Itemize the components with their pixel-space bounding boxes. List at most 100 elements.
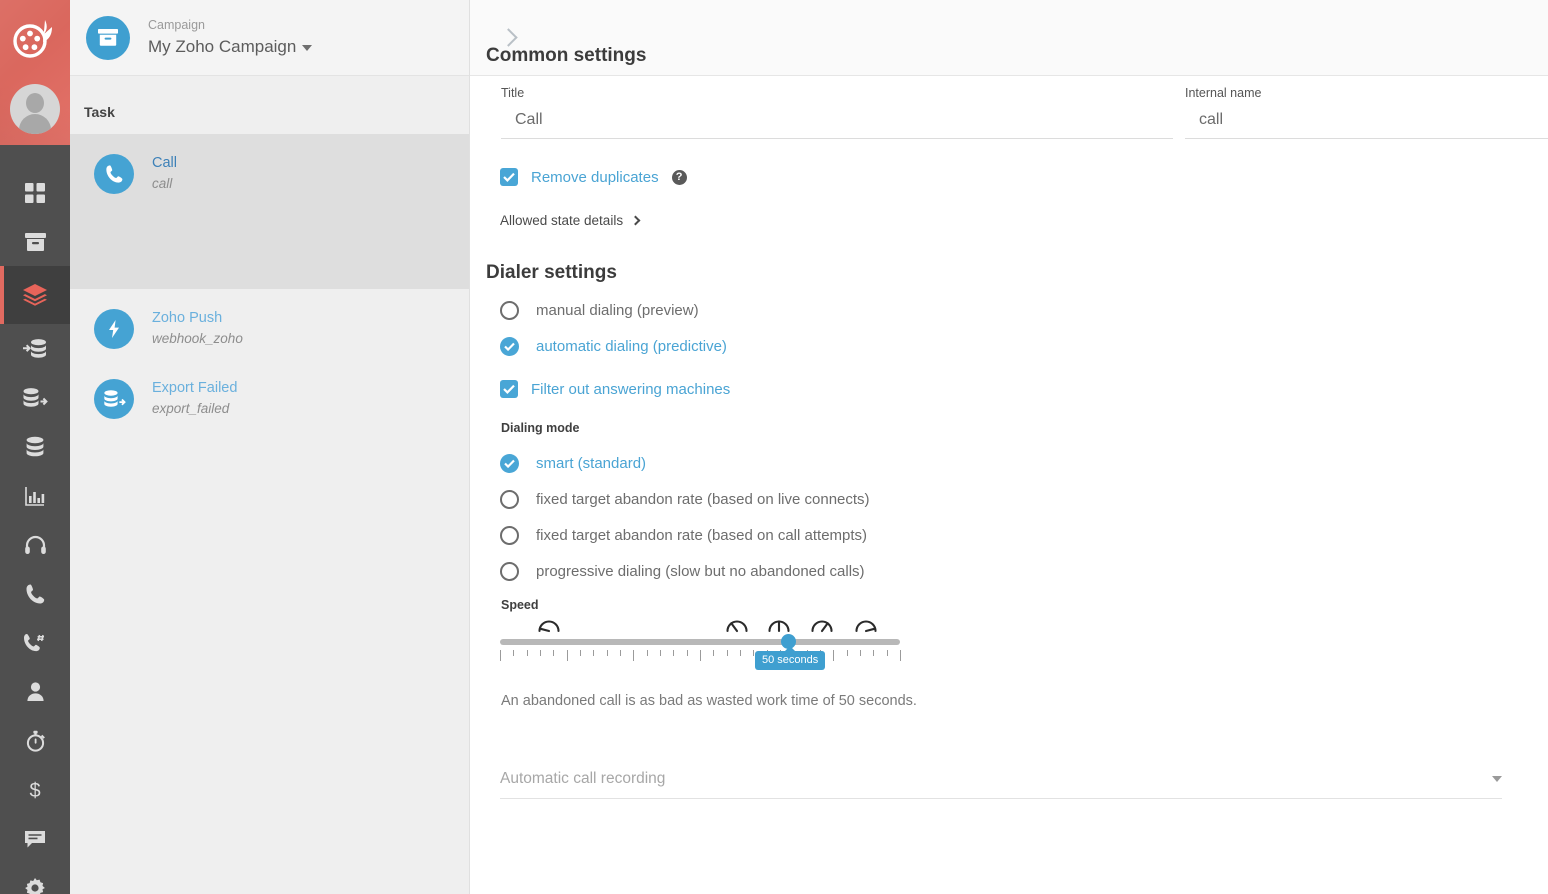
internal-name-label: Internal name: [1185, 86, 1262, 100]
rail-item-tasks[interactable]: [0, 266, 70, 324]
task-list-item-call[interactable]: Call call: [70, 134, 469, 289]
smart-standard-radio[interactable]: [500, 454, 519, 473]
avatar-head: [26, 93, 44, 113]
tick-minor: [513, 650, 515, 656]
campaign-icon-badge: [86, 15, 130, 60]
grid-icon: [25, 182, 45, 203]
allowed-state-details-link[interactable]: Allowed state details: [500, 213, 641, 228]
rail-item-billing[interactable]: $: [0, 765, 70, 814]
fixed-call-attempts-radio[interactable]: [500, 526, 519, 545]
tick-minor: [686, 650, 688, 656]
chevron-right-icon[interactable]: [499, 28, 518, 47]
dialing-mode-fixed-attempts[interactable]: fixed target abandon rate (based on call…: [500, 526, 867, 545]
manual-dialing-radio[interactable]: [500, 301, 519, 320]
task-internal-name: call: [152, 175, 173, 191]
filter-answering-machines-checkbox[interactable]: [500, 380, 518, 398]
database-icon: [26, 436, 44, 456]
remove-duplicates-checkbox[interactable]: [500, 168, 518, 186]
dialer-option-automatic[interactable]: automatic dialing (predictive): [500, 337, 727, 356]
manual-dialing-label: manual dialing (preview): [536, 302, 699, 319]
dollar-icon: $: [29, 780, 40, 801]
tick-major: [633, 650, 635, 661]
common-settings-heading: Common settings: [486, 45, 647, 66]
bolt-icon-badge: [94, 309, 134, 349]
dialer-settings-heading: Dialer settings: [486, 262, 617, 283]
gauge-medium-low-icon: [724, 614, 750, 639]
task-list-item-export-failed[interactable]: Export Failed export_failed: [70, 359, 469, 429]
rail-item-reports[interactable]: [0, 471, 70, 520]
rail-item-messages[interactable]: [0, 814, 70, 863]
tick-major: [500, 650, 501, 661]
progressive-dialing-radio[interactable]: [500, 562, 519, 581]
remove-duplicates-row[interactable]: Remove duplicates ?: [500, 168, 687, 186]
rail-item-dashboard[interactable]: [0, 168, 70, 217]
tick-minor: [726, 650, 728, 656]
tick-major: [700, 650, 701, 661]
chevron-down-icon[interactable]: [1492, 776, 1502, 782]
rail-item-export[interactable]: [0, 373, 70, 422]
gauge-medium-high-icon: [809, 614, 835, 639]
rail-item-import[interactable]: [0, 324, 70, 373]
internal-name-field-group: Internal name: [1185, 86, 1548, 139]
help-icon[interactable]: ?: [671, 169, 687, 185]
filter-answering-machines-row[interactable]: Filter out answering machines: [500, 380, 730, 398]
dialing-mode-smart[interactable]: smart (standard): [500, 454, 646, 473]
speed-label: Speed: [501, 598, 539, 612]
title-input[interactable]: [501, 111, 1173, 139]
tick-minor: [526, 650, 528, 656]
automatic-call-recording-select[interactable]: Automatic call recording: [500, 770, 1502, 799]
tick-minor: [553, 650, 555, 656]
database-import-icon: [23, 338, 46, 358]
rail-item-numbers[interactable]: [0, 618, 70, 667]
task-name: Call: [152, 155, 177, 171]
chevron-down-icon[interactable]: [302, 44, 313, 51]
archive-box-icon: [98, 29, 118, 46]
check-icon: [503, 384, 515, 394]
archive-box-icon: [24, 232, 46, 251]
tick-major: [833, 650, 835, 661]
phone-icon: [26, 584, 44, 603]
task-list-item-zoho-push[interactable]: Zoho Push webhook_zoho: [70, 289, 469, 359]
check-icon: [504, 459, 515, 468]
campaign-header[interactable]: Campaign My Zoho Campaign: [70, 0, 469, 76]
dialing-mode-label: Dialing mode: [501, 421, 580, 435]
tick-minor: [673, 650, 675, 656]
tick-major: [566, 650, 568, 661]
speed-slider-track[interactable]: [500, 634, 900, 649]
database-export-icon: [23, 387, 48, 407]
dialer-option-manual[interactable]: manual dialing (preview): [500, 301, 699, 320]
remove-duplicates-label: Remove duplicates: [531, 168, 659, 186]
rail-item-users[interactable]: [0, 667, 70, 716]
rail-item-timers[interactable]: [0, 716, 70, 765]
task-panel: Campaign My Zoho Campaign Task Call call: [70, 0, 470, 894]
speed-gauge-icons: [500, 615, 900, 639]
fixed-live-connects-radio[interactable]: [500, 490, 519, 509]
svg-text:$: $: [29, 780, 40, 801]
dialing-mode-progressive[interactable]: progressive dialing (slow but no abandon…: [500, 562, 865, 581]
allowed-state-details-label: Allowed state details: [500, 213, 624, 228]
avatar[interactable]: [0, 80, 70, 138]
brand-header: [0, 0, 70, 145]
app-logo[interactable]: [0, 6, 70, 72]
tick-minor: [540, 650, 541, 656]
tick-minor: [580, 650, 581, 656]
speed-slider[interactable]: 50 seconds: [500, 615, 901, 670]
headset-icon: [24, 535, 46, 554]
stopwatch-icon: [26, 730, 45, 752]
rail-item-calls[interactable]: [0, 569, 70, 618]
phone-hash-icon: [24, 633, 44, 651]
tick-minor: [646, 650, 648, 656]
campaign-name[interactable]: My Zoho Campaign: [148, 37, 313, 57]
rail-item-settings[interactable]: [0, 863, 70, 894]
rail-item-data[interactable]: [0, 422, 70, 471]
rail-item-campaigns[interactable]: [0, 217, 70, 266]
user-icon: [26, 681, 44, 701]
title-field-group: Title: [501, 86, 1173, 139]
rail-item-agents[interactable]: [0, 520, 70, 569]
progressive-dialing-label: progressive dialing (slow but no abandon…: [536, 563, 865, 580]
dialing-mode-fixed-live[interactable]: fixed target abandon rate (based on live…: [500, 490, 870, 509]
internal-name-input[interactable]: [1185, 111, 1548, 139]
speed-helper-text: An abandoned call is as bad as wasted wo…: [501, 693, 917, 709]
task-name: Zoho Push: [152, 310, 223, 326]
automatic-dialing-radio[interactable]: [500, 337, 519, 356]
